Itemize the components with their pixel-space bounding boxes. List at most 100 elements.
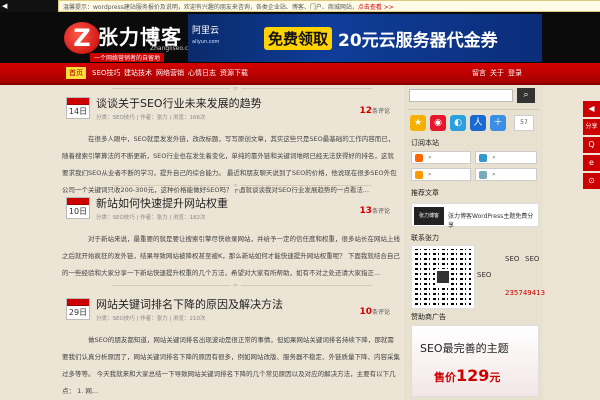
ad-headline: 20元云服务器代金券 (338, 31, 498, 51)
contact-qq: 235749413 (505, 289, 546, 297)
notice-bar: 温馨提示： wordpress建站服务报价及说明，欢迎有兴趣的朋友来咨询，各类企… (58, 0, 600, 12)
weibo-icon[interactable]: ◉ (430, 115, 446, 131)
nav-item-seo[interactable]: SEO技巧 (92, 68, 120, 78)
ad-brand-url: aliyun.com (192, 39, 220, 45)
float-qq-icon[interactable]: Q (583, 137, 600, 153)
subscribe-qq[interactable]: » (475, 151, 537, 164)
date-badge: 10日 (66, 197, 90, 219)
banner-ad[interactable]: 阿里云 aliyun.com 免费领取 20元云服务器代金券 (188, 14, 542, 62)
notice-link[interactable]: 点击查看 >> (358, 2, 394, 11)
recommend-card[interactable]: 张力博客 张力博客WordPress主题免费分享 (411, 203, 539, 229)
nav-item-download[interactable]: 资源下载 (220, 68, 248, 78)
contact-label: SEO (477, 271, 492, 279)
post-day: 10日 (68, 207, 88, 216)
tencent-weibo-icon[interactable]: ◐ (450, 115, 466, 131)
search-input[interactable] (409, 89, 513, 102)
rss-icon (415, 154, 423, 162)
post-divider: ∞ (112, 182, 372, 189)
promo-line: SEO最完善的主题 (420, 342, 509, 355)
post-divider: ∞ (112, 282, 372, 289)
notice-prefix: 温馨提示： (63, 3, 94, 11)
post-title[interactable]: 新站如何快速提升网站权重 (96, 195, 228, 211)
nav-right-guestbook[interactable]: 留言 (472, 68, 486, 78)
nav-item-diary[interactable]: 心情日志 (188, 68, 216, 78)
comment-count[interactable]: 10条评论 (359, 307, 390, 317)
post-title[interactable]: 网站关键词排名下降的原因及解决方法 (96, 296, 283, 312)
recommend-thumb: 张力博客 (414, 207, 444, 225)
post-item: 14日 谈谈关于SEO行业未来发展的趋势 分类：SEO技巧 | 作者：张力 | … (62, 89, 402, 194)
float-share-button[interactable]: 分享 (583, 119, 600, 135)
nav-item-marketing[interactable]: 网络营销 (156, 68, 184, 78)
site-logo[interactable]: Z 张力博客 Zhangliseo.com 一个网络营销者的自留地 (60, 18, 198, 63)
notice-icon: ◀ (2, 2, 8, 10)
post-item: 10日 新站如何快速提升网站权重 分类：SEO技巧 | 作者：张力 | 浏览：1… (62, 189, 402, 281)
comment-number: 10 (359, 307, 372, 317)
comment-number: 12 (359, 106, 372, 116)
subscribe-label: » (492, 171, 496, 178)
post-excerpt: 对于新站来说，最重要的就是要让搜索引擎尽快收录网站，并给予一定的信任度和权重，很… (62, 235, 400, 277)
contact-label: SEO (505, 255, 520, 263)
nav-item-home[interactable]: 首页 (66, 67, 86, 79)
subscribe-label: » (428, 171, 432, 178)
post-day: 14日 (68, 107, 88, 116)
float-ie-icon[interactable]: e (583, 155, 600, 171)
promo-price-suffix: 元 (489, 371, 501, 384)
promo-price-prefix: 售价 (434, 371, 456, 384)
date-badge: 14日 (66, 97, 90, 119)
search-icon[interactable]: ⌕ (517, 88, 535, 103)
post-excerpt: 做SEO的朋友都知道，网站关键词排名出现波动是很正常的事情，但如果网站关键词排名… (62, 336, 400, 395)
subscribe-xianguo[interactable]: » (475, 168, 537, 181)
ad-brand-name: 阿里云 (192, 26, 220, 36)
recommend-title: 推荐文章 (411, 189, 439, 197)
subscribe-rss-2[interactable]: » (411, 168, 471, 181)
rss-icon (415, 171, 423, 179)
post-list: ∞ 14日 谈谈关于SEO行业未来发展的趋势 分类：SEO技巧 | 作者：张力 … (62, 85, 402, 400)
post-meta: 分类：SEO技巧 | 作者：张力 | 浏览：182次 (96, 215, 206, 221)
reader-icon (479, 171, 487, 179)
subscribe-label: » (428, 154, 432, 161)
comment-count[interactable]: 13条评论 (359, 206, 390, 216)
ad-cta-button[interactable]: 免费领取 (264, 27, 333, 50)
promo-title: 赞助商广告 (411, 313, 446, 321)
comment-unit: 条评论 (371, 208, 390, 215)
divider-ornament: ∞ (230, 282, 241, 289)
logo-mark: Z (64, 22, 100, 54)
contact-title: 联系张力 (411, 234, 439, 242)
float-top-icon[interactable]: ⊙ (583, 173, 600, 189)
comment-unit: 条评论 (371, 108, 390, 115)
float-back-icon[interactable]: ◀ (583, 101, 600, 117)
date-badge: 29日 (66, 298, 90, 320)
qr-logo (435, 269, 451, 285)
qzone-icon[interactable]: ★ (410, 115, 426, 131)
more-share-icon[interactable]: ＋ (490, 115, 506, 131)
post-meta: 分类：SEO技巧 | 作者：张力 | 浏览：166次 (96, 115, 206, 121)
subscribe-label: » (492, 154, 496, 161)
logo-slogan: 一个网络营销者的自留地 (90, 53, 165, 62)
ad-brand: 阿里云 aliyun.com (192, 26, 219, 47)
promo-price: 售价129元 (434, 366, 500, 385)
nav-right-about[interactable]: 关于 (490, 68, 504, 78)
sidebar-divider (408, 109, 539, 110)
post-day: 29日 (68, 308, 88, 317)
qr-code (411, 245, 475, 309)
contact-label: SEO (525, 255, 540, 263)
notice-text: wordpress建站服务报价及说明，欢迎有兴趣的朋友来咨询，各类企业站、博客、… (93, 3, 358, 11)
post-title[interactable]: 谈谈关于SEO行业未来发展的趋势 (96, 95, 262, 111)
nav-item-build[interactable]: 建站技术 (124, 68, 152, 78)
comment-number: 13 (359, 206, 372, 216)
recommend-text: 张力博客WordPress主题免费分享 (448, 213, 534, 229)
subscribe-title: 订阅本站 (411, 139, 439, 147)
main-nav: 首页 SEO技巧 建站技术 网络营销 心情日志 资源下载 留言 关于 登录 (0, 63, 600, 85)
post-item: 29日 网站关键词排名下降的原因及解决方法 分类：SEO技巧 | 作者：张力 |… (62, 290, 402, 400)
post-meta: 分类：SEO技巧 | 作者：张力 | 浏览：210次 (96, 316, 206, 322)
sidebar: ⌕ ★ ◉ ◐ 人 ＋ 57 订阅本站 » » » » 推荐文章 张力博客 张力… (404, 85, 546, 400)
renren-icon[interactable]: 人 (470, 115, 486, 131)
share-count: 57 (514, 115, 534, 131)
sidebar-ad[interactable]: SEO最完善的主题 售价129元 (411, 325, 539, 397)
comment-unit: 条评论 (371, 309, 390, 316)
nav-right-login[interactable]: 登录 (508, 68, 522, 78)
subscribe-rss[interactable]: » (411, 151, 471, 164)
comment-count[interactable]: 12条评论 (359, 106, 390, 116)
divider-ornament: ∞ (230, 182, 241, 189)
qq-mail-icon (479, 154, 487, 162)
